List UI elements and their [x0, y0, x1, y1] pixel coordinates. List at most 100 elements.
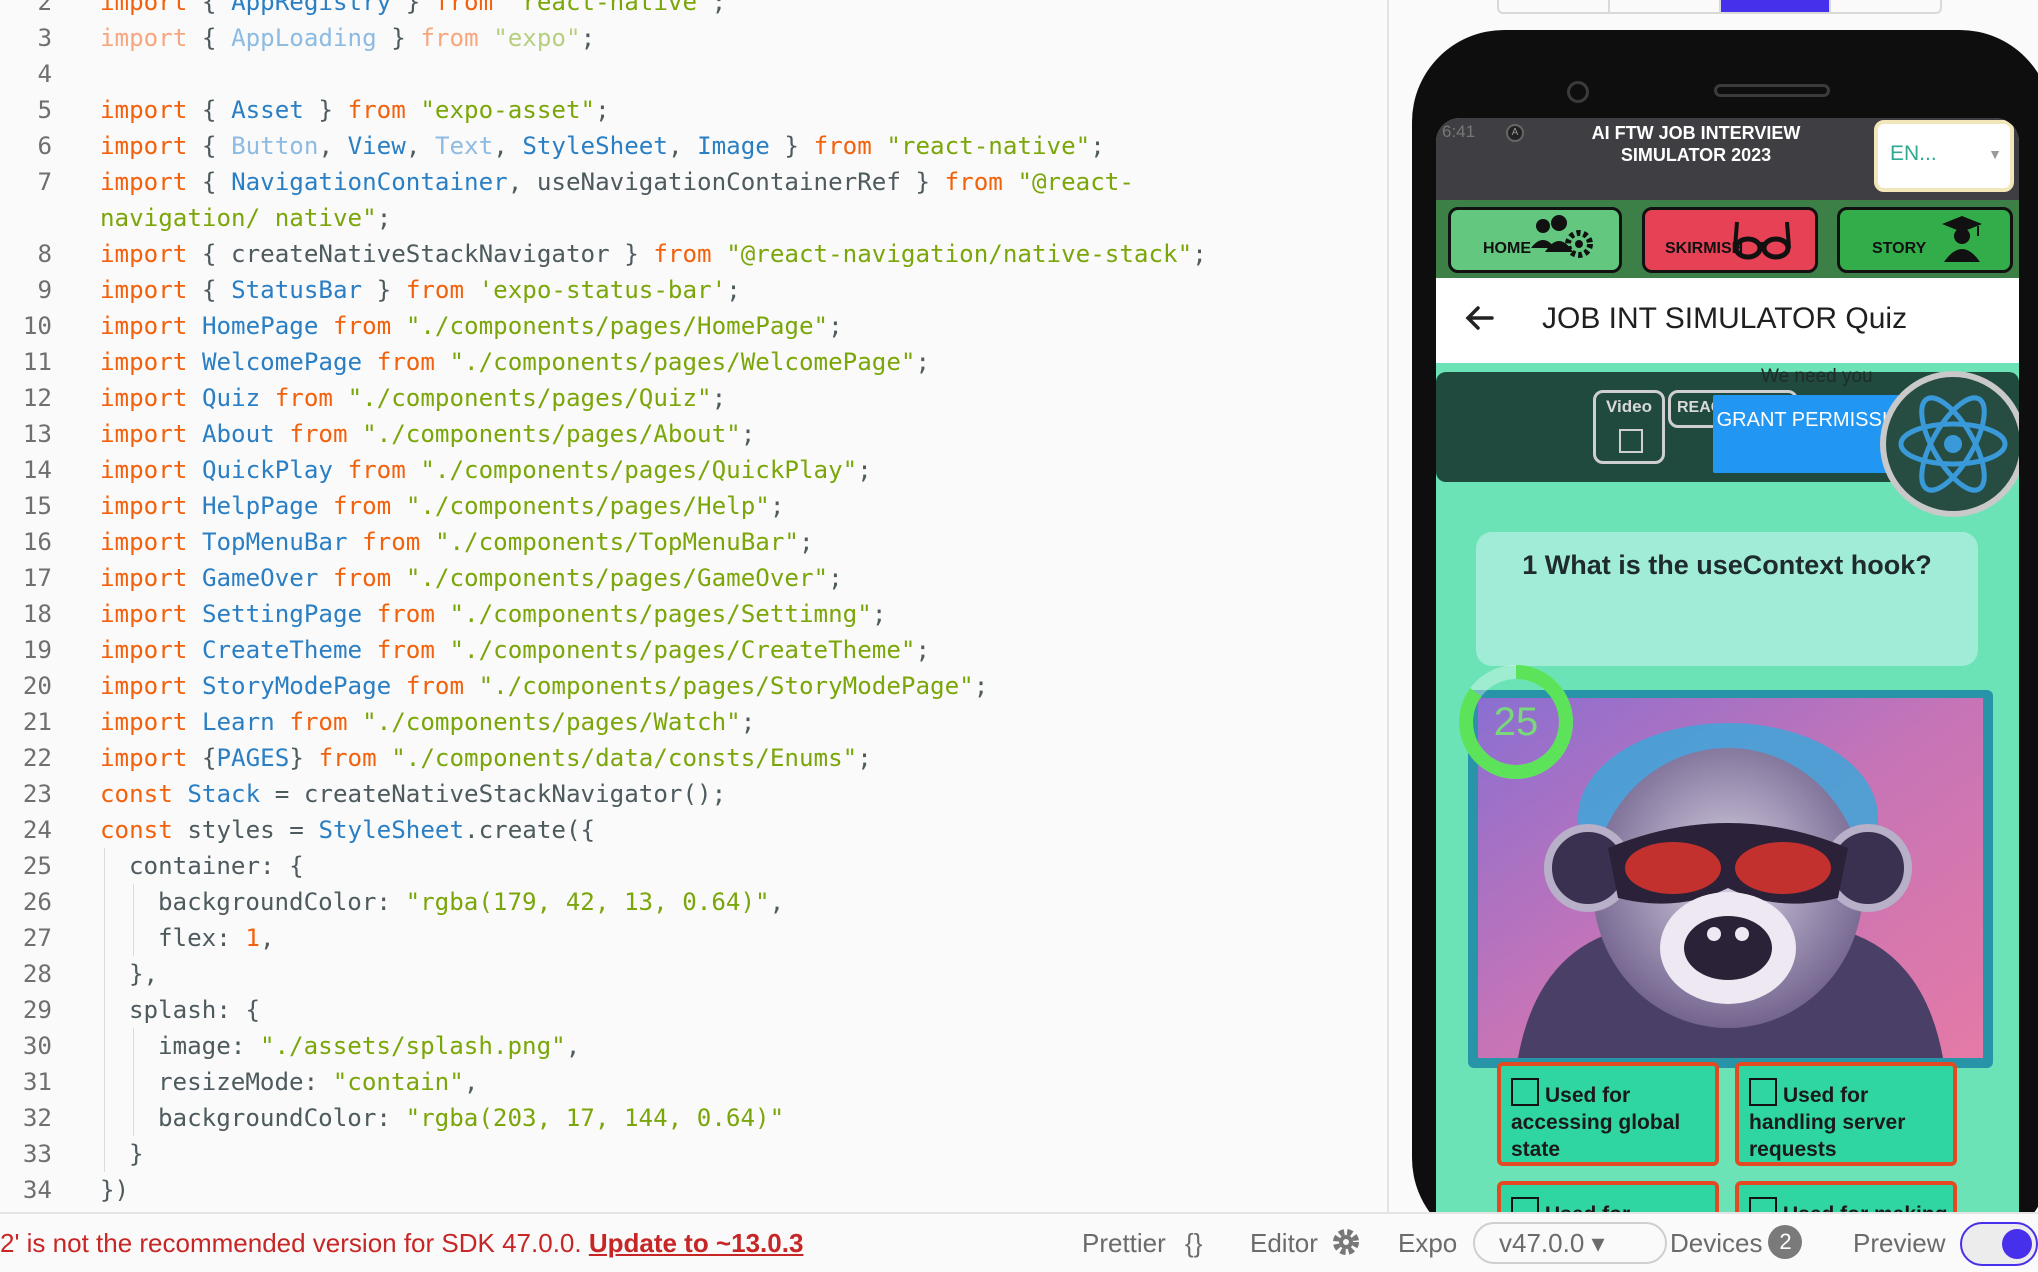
code-token: AppLoading — [231, 24, 377, 52]
editor-settings-button[interactable]: Editor — [1250, 1228, 1361, 1260]
code-token: resizeMode: — [158, 1068, 333, 1096]
code-line[interactable]: 14 import QuickPlay from "./components/pa… — [0, 452, 1387, 488]
code-line[interactable]: 11 import WelcomePage from "./components/… — [0, 344, 1387, 380]
code-line[interactable]: 21 import Learn from "./components/pages/… — [0, 704, 1387, 740]
answer-option[interactable]: Used for handling form — [1497, 1181, 1719, 1212]
code-line[interactable]: 27 flex: 1, — [0, 920, 1387, 956]
line-number: 5 — [37, 96, 52, 124]
chevron-down-icon: ▼ — [1988, 146, 2002, 162]
code-text: backgroundColor: "rgba(203, 17, 144, 0.6… — [100, 1100, 1287, 1136]
code-line[interactable]: 12 import Quiz from "./components/pages/Q… — [0, 380, 1387, 416]
tab-list[interactable] — [1831, 0, 1940, 12]
device-tabs — [1497, 0, 1942, 14]
code-line[interactable]: 8 import { createNativeStackNavigator } f… — [0, 236, 1387, 272]
answer-option[interactable]: Used for handling server requests — [1735, 1062, 1957, 1166]
code-line[interactable]: 19 import CreateTheme from "./components/… — [0, 632, 1387, 668]
code-token: "@react-navigation/native-stack" — [726, 240, 1193, 268]
code-line[interactable]: 15 import HelpPage from "./components/pag… — [0, 488, 1387, 524]
code-line[interactable]: 33} — [0, 1136, 1387, 1172]
code-line[interactable]: 4 — [0, 56, 1387, 92]
nav-home-button[interactable]: HOME — [1448, 207, 1622, 273]
back-arrow-icon[interactable] — [1462, 300, 1498, 336]
code-token: ; — [580, 24, 596, 52]
code-line[interactable]: 22 import {PAGES} from "./components/data… — [0, 740, 1387, 776]
code-token: import — [100, 0, 188, 16]
code-token: import — [100, 528, 188, 556]
code-token: TopMenuBar — [201, 528, 348, 556]
tab-android[interactable] — [1610, 0, 1721, 12]
video-checkbox[interactable] — [1619, 429, 1643, 453]
code-line[interactable]: 29 splash: { — [0, 992, 1387, 1028]
devices-button[interactable]: Devices 2 — [1670, 1225, 1803, 1262]
code-token: ; — [740, 708, 756, 736]
code-token: ; — [711, 384, 727, 412]
code-token: import — [100, 636, 188, 664]
code-text: import { createNativeStackNavigator } fr… — [100, 236, 1287, 272]
code-line[interactable]: 10 import HomePage from "./components/pag… — [0, 308, 1387, 344]
code-line[interactable]: 17 import GameOver from "./components/pag… — [0, 560, 1387, 596]
code-token: ; — [828, 312, 843, 340]
preview-toggle[interactable] — [1960, 1222, 2038, 1266]
code-line[interactable]: 3 import { AppLoading } from "expo"; — [0, 20, 1387, 56]
tab-web[interactable] — [1720, 0, 1832, 12]
line-number: 18 — [22, 600, 52, 628]
code-line[interactable]: 23 const Stack = createNativeStackNavigat… — [0, 776, 1387, 812]
code-token: , — [493, 132, 523, 160]
line-number: 24 — [22, 816, 52, 844]
code-line[interactable]: 9 import { StatusBar } from 'expo-status-… — [0, 272, 1387, 308]
answer-option[interactable]: Used for accessing global state — [1497, 1062, 1719, 1166]
code-token: , — [667, 132, 698, 160]
line-number: 15 — [22, 492, 52, 520]
code-token: .create({ — [464, 816, 596, 844]
code-line[interactable]: 6 import { Button, View, Text, StyleSheet… — [0, 128, 1387, 164]
code-line[interactable]: 25 container: { — [0, 848, 1387, 884]
code-line[interactable]: 18 import SettingPage from "./components/… — [0, 596, 1387, 632]
language-select[interactable]: EN... ▼ — [1874, 120, 2014, 192]
line-number: 23 — [22, 780, 52, 808]
code-token: import — [100, 384, 188, 412]
code-line[interactable]: 20 import StoryModePage from "./component… — [0, 668, 1387, 704]
code-editor[interactable]: 2 import { AppRegistry } from "react-nati… — [0, 0, 1389, 1212]
header-title-area: 6:41 A AI FTW JOB INTERVIEW SIMULATOR 20… — [1436, 118, 2019, 200]
code-token: GameOver — [201, 564, 319, 592]
nav-skirmish-button[interactable]: SKIRMISH — [1642, 207, 1818, 273]
warning-message: 2' is not the recommended version for SD… — [0, 1228, 589, 1258]
code-line[interactable]: 2 import { AppRegistry } from "react-nati… — [0, 0, 1387, 20]
answer-option[interactable]: Used for making network — [1735, 1181, 1957, 1212]
code-text: const Stack = createNativeStackNavigator… — [100, 776, 1287, 812]
code-line[interactable]: 16 import TopMenuBar from "./components/T… — [0, 524, 1387, 560]
code-token: HelpPage — [201, 492, 319, 520]
sdk-version-select[interactable]: v47.0.0 ▾ — [1473, 1222, 1667, 1264]
code-token: CreateTheme — [201, 636, 363, 664]
code-token: "./components/pages/Help" — [405, 492, 770, 520]
code-token: from — [289, 708, 348, 736]
code-line[interactable]: 7 import { NavigationContainer, useNaviga… — [0, 164, 1387, 236]
prettier-button[interactable]: Prettier {} — [1082, 1228, 1202, 1259]
code-token: ; — [871, 600, 887, 628]
code-line[interactable]: 31 resizeMode: "contain", — [0, 1064, 1387, 1100]
code-token: import — [100, 312, 188, 340]
code-line[interactable]: 5 import { Asset } from "expo-asset"; — [0, 92, 1387, 128]
code-line[interactable]: 26 backgroundColor: "rgba(179, 42, 13, 0.… — [0, 884, 1387, 920]
code-text: import Learn from "./components/pages/Wa… — [100, 704, 1287, 740]
app-header: 6:41 A AI FTW JOB INTERVIEW SIMULATOR 20… — [1436, 118, 2019, 278]
code-line[interactable]: 30 image: "./assets/splash.png", — [0, 1028, 1387, 1064]
nav-story-button[interactable]: STORY — [1837, 207, 2013, 273]
code-line[interactable]: 13 import About from "./components/pages/… — [0, 416, 1387, 452]
code-token: from — [376, 636, 435, 664]
code-line[interactable]: 32 backgroundColor: "rgba(203, 17, 144, 0… — [0, 1100, 1387, 1136]
tab-ios[interactable] — [1499, 0, 1610, 12]
line-number: 6 — [37, 132, 52, 160]
video-toggle[interactable]: Video — [1593, 390, 1665, 464]
code-line[interactable]: 34}) — [0, 1172, 1387, 1208]
code-token: import — [100, 132, 188, 160]
code-line[interactable]: 28}, — [0, 956, 1387, 992]
update-link[interactable]: Update to ~13.0.3 — [589, 1228, 804, 1258]
code-line[interactable]: 24 const styles = StyleSheet.create({ — [0, 812, 1387, 848]
